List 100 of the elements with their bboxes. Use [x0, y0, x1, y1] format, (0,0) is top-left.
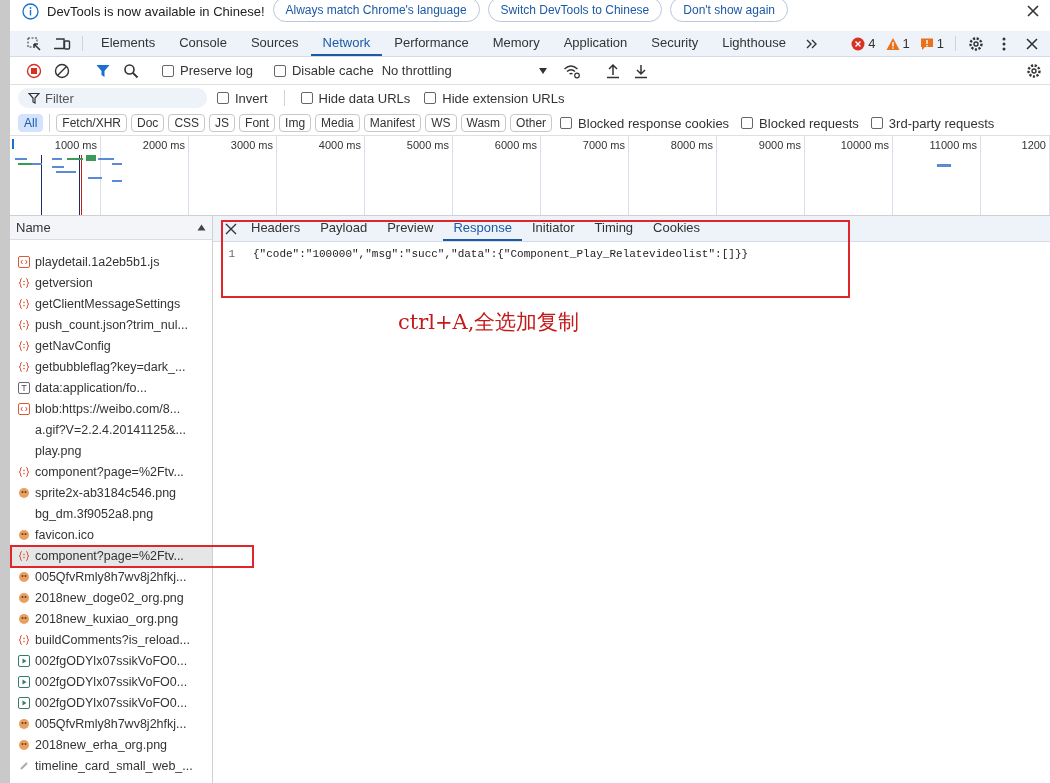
time-tick-label: 4000 ms	[318, 139, 361, 153]
play-file-icon	[18, 696, 30, 709]
braces-icon	[18, 633, 30, 646]
annotation-text: ctrl+A,全选加复制	[398, 309, 581, 336]
settings-icon[interactable]	[968, 35, 984, 52]
request-bar-icon	[937, 164, 951, 167]
time-tick-label: 2000 ms	[142, 139, 185, 153]
search-icon[interactable]	[123, 62, 139, 79]
panel-tab[interactable]: Network	[310, 31, 383, 56]
type-filter-button[interactable]: Font	[239, 114, 276, 132]
type-filter-button[interactable]: Other	[510, 114, 553, 132]
infobar-button[interactable]: Always match Chrome's language	[272, 0, 480, 22]
inspect-element-icon[interactable]	[26, 35, 42, 52]
panel-tab[interactable]: Sources	[238, 31, 311, 56]
type-filter-button[interactable]: Img	[279, 114, 312, 132]
braces-icon	[18, 318, 30, 331]
error-count: 4	[868, 36, 876, 51]
detail-tab[interactable]: Headers	[241, 216, 311, 241]
panel-tab[interactable]: Performance	[382, 31, 481, 56]
type-filter-button[interactable]: Doc	[131, 114, 165, 132]
time-tick-label: 11000 ms	[929, 139, 977, 153]
image-thumbnail-icon	[18, 528, 30, 541]
type-filter-button[interactable]: JS	[209, 114, 236, 132]
image-thumbnail-icon	[18, 717, 30, 730]
time-tick-label: 5000 ms	[406, 139, 449, 153]
type-filter-button[interactable]: Media	[315, 114, 360, 132]
image-thumbnail-icon	[18, 591, 30, 604]
disable-cache-checkbox[interactable]: Disable cache	[274, 63, 374, 78]
panel-tab[interactable]: Memory	[480, 31, 552, 56]
script-file-icon	[18, 402, 30, 415]
braces-icon	[18, 549, 30, 562]
panel-tab[interactable]: Elements	[89, 31, 168, 56]
line-number: 1	[227, 248, 236, 260]
upload-icon[interactable]	[604, 62, 621, 79]
column-header[interactable]: Name	[16, 220, 51, 235]
sort-ascending-icon[interactable]	[197, 224, 206, 231]
type-filter-button[interactable]: Wasm	[460, 114, 507, 132]
infobar-button[interactable]: Switch DevTools to Chinese	[487, 0, 663, 22]
time-tick-label: 10000 ms	[840, 139, 889, 153]
detail-tab[interactable]: Initiator	[521, 216, 585, 241]
caret-icon[interactable]	[537, 66, 548, 75]
type-filter-button[interactable]: WS	[425, 114, 457, 132]
detail-tab[interactable]: Response	[443, 216, 522, 241]
device-toolbar-icon[interactable]	[53, 35, 71, 52]
time-tick-label: 3000 ms	[230, 139, 273, 153]
filter-checkbox[interactable]: Blocked response cookies	[560, 115, 730, 131]
time-tick-label: 1200	[1021, 139, 1046, 153]
close-icon[interactable]	[1025, 36, 1039, 51]
infobar-message: DevTools is now available in Chinese!	[47, 4, 265, 19]
filter-checkbox[interactable]: Invert	[217, 90, 268, 106]
time-tick-label: 7000 ms	[582, 139, 625, 153]
clear-icon[interactable]	[54, 62, 70, 79]
type-filter-button[interactable]: Fetch/XHR	[56, 114, 128, 132]
panel-tab[interactable]: Security	[639, 31, 711, 56]
braces-icon	[18, 465, 30, 478]
filter-checkbox[interactable]: 3rd-party requests	[870, 115, 995, 131]
panel-tab[interactable]: Application	[551, 31, 640, 56]
download-icon[interactable]	[632, 62, 649, 79]
play-file-icon	[18, 675, 30, 688]
more-tabs-icon[interactable]	[804, 37, 819, 50]
preserve-log-checkbox[interactable]: Preserve log	[162, 63, 253, 78]
close-icon[interactable]	[1026, 4, 1040, 18]
info-icon	[22, 3, 39, 20]
detail-tab[interactable]: Preview	[377, 216, 444, 241]
error-icon	[851, 36, 866, 51]
braces-icon	[18, 276, 30, 289]
infobar-button[interactable]: Don't show again	[670, 0, 788, 22]
warning-icon	[885, 36, 900, 51]
time-tick-label: 6000 ms	[494, 139, 537, 153]
network-conditions-icon[interactable]	[562, 62, 581, 79]
detail-tab[interactable]: Timing	[584, 216, 644, 241]
type-filter-button[interactable]: Manifest	[363, 114, 422, 132]
panel-tab[interactable]: Console	[167, 31, 239, 56]
script-file-icon	[18, 255, 30, 268]
issue-count: 1	[936, 36, 944, 51]
throttling-dropdown[interactable]: No throttling	[381, 63, 452, 78]
type-filter-button[interactable]: CSS	[168, 114, 206, 132]
response-code-line: {"code":"100000","msg":"succ","data":{"Component_Play_Relatevideolist":[]}}	[253, 248, 749, 260]
warning-count: 1	[902, 36, 910, 51]
panel-tab[interactable]: Lighthouse	[710, 31, 798, 56]
settings-icon[interactable]	[1026, 62, 1042, 79]
time-tick-label: 1000 ms	[54, 139, 97, 153]
filter-checkbox[interactable]: Blocked requests	[741, 115, 859, 131]
type-filter-button[interactable]: All	[18, 114, 44, 132]
braces-icon	[18, 339, 30, 352]
filter-checkbox[interactable]: Hide extension URLs	[424, 90, 565, 106]
close-icon[interactable]	[225, 222, 237, 235]
record-icon[interactable]	[26, 62, 42, 79]
link-icon	[18, 759, 30, 772]
detail-tab[interactable]: Cookies	[643, 216, 711, 241]
detail-tab[interactable]: Payload	[310, 216, 378, 241]
more-options-icon[interactable]	[1002, 35, 1006, 52]
image-thumbnail-icon	[18, 612, 30, 625]
filter-icon[interactable]	[95, 62, 111, 79]
request-row[interactable]: component?page=%2Ftv...	[10, 545, 212, 566]
filter-checkbox[interactable]: Hide data URLs	[300, 90, 411, 106]
filter-field[interactable]: Filter	[18, 88, 207, 108]
braces-icon	[18, 360, 30, 373]
time-tick-label: 9000 ms	[758, 139, 801, 153]
play-file-icon	[18, 654, 30, 667]
